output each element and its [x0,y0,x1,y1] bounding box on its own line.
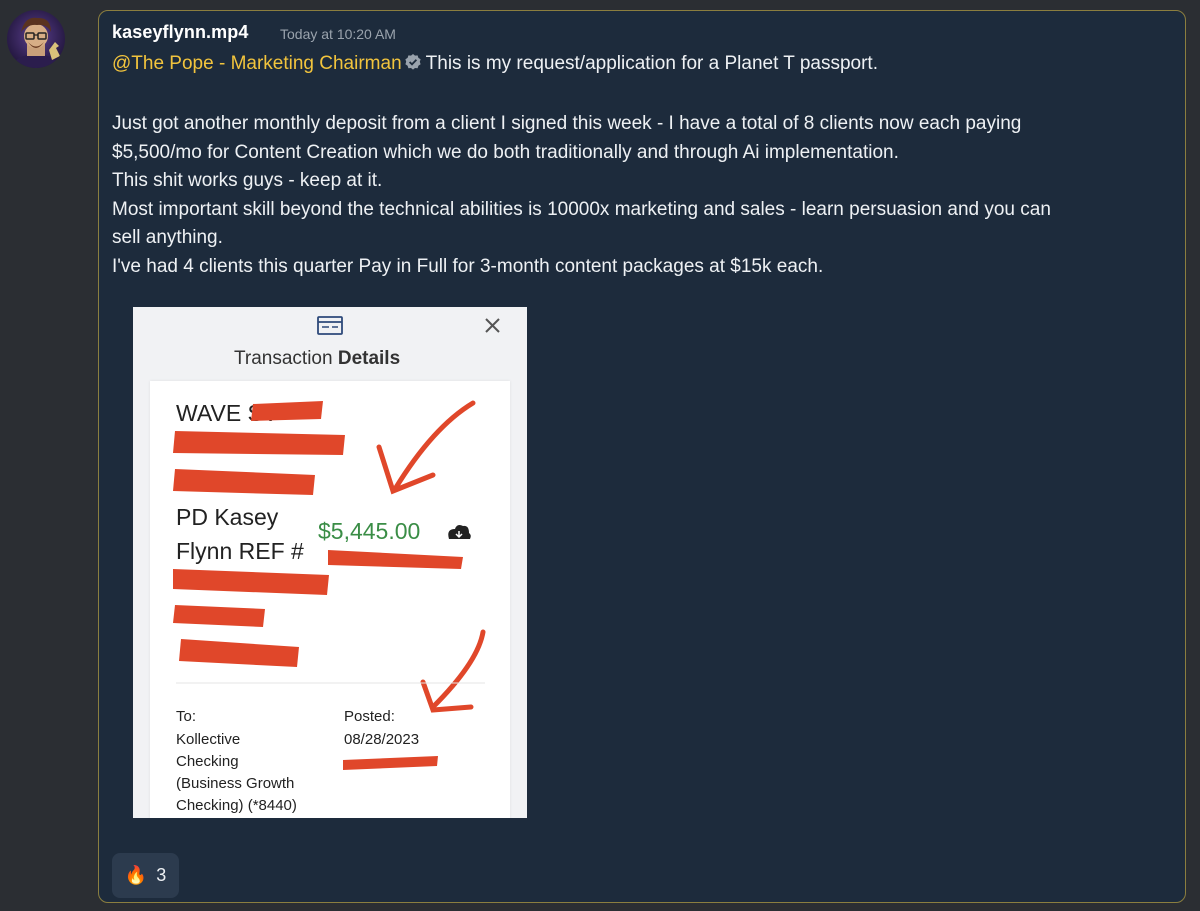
receipt-image-attachment[interactable]: Transaction Details WAVE SV PD Kasey Fly… [133,307,527,818]
receipt-title-bold: Details [338,348,400,369]
reaction-button[interactable]: 🔥 3 [112,853,179,898]
to-line: Checking [176,753,239,770]
svg-text:Transaction Details: Transaction Details [234,348,400,369]
receipt-title-light: Transaction [234,348,333,369]
receipt-pd-line: PD Kasey [176,504,279,530]
message-intro: This is my request/application for a Pla… [425,53,878,74]
user-mention[interactable]: @The Pope - Marketing Chairman [112,53,402,74]
to-line: Checking) (*8440) [176,797,297,814]
receipt-ref-line: Flynn REF # [176,538,304,564]
message-line: I've had 4 clients this quarter Pay in F… [112,255,824,277]
verified-badge-icon [404,53,422,77]
fire-icon: 🔥 [124,865,148,885]
username[interactable]: kaseyflynn.mp4 [112,22,248,43]
message-line: Most important skill beyond the technica… [112,198,1051,220]
message-timestamp: Today at 10:20 AM [280,26,396,42]
posted-label: Posted: [344,708,395,725]
message-line: sell anything. [112,227,223,248]
message-body: Just got another monthly deposit from a … [112,110,1182,281]
to-label: To: [176,708,196,725]
message-line: $5,500/mo for Content Creation which we … [112,141,899,163]
to-line: Kollective [176,731,240,748]
user-avatar[interactable] [7,10,65,68]
close-icon[interactable] [485,318,500,333]
receipt-card-icon [317,316,343,335]
cloud-download-icon[interactable] [448,525,471,539]
message-first-line: @The Pope - Marketing Chairman This is my… [112,53,878,77]
message-line: Just got another monthly deposit from a … [112,113,1022,134]
message-line: This shit works guys - keep at it. [112,170,383,191]
posted-date: 08/28/2023 [344,731,419,748]
reaction-count: 3 [156,865,167,885]
transaction-amount: $5,445.00 [318,518,420,544]
to-line: (Business Growth [176,775,294,792]
